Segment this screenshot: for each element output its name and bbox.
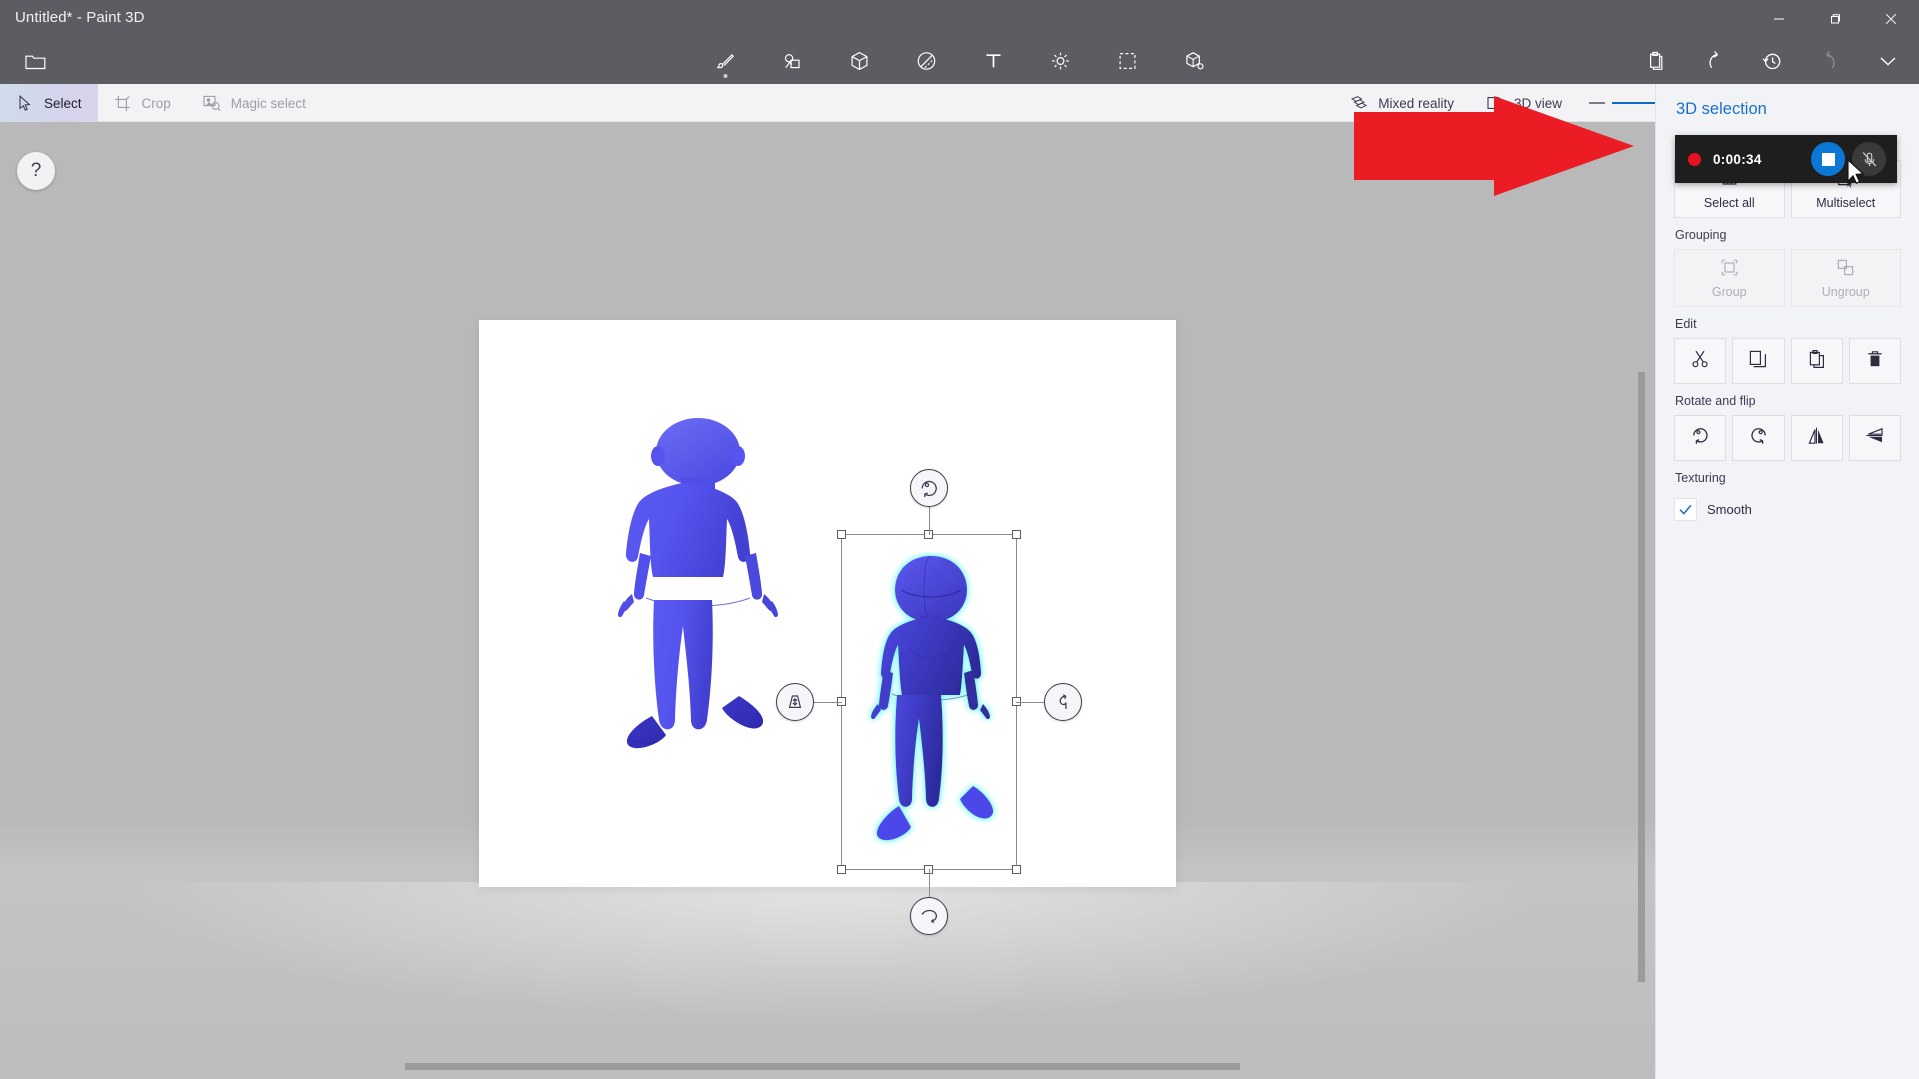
menu-button[interactable]: [18, 47, 52, 75]
redo-icon: [1813, 44, 1847, 78]
magic-select-icon: [203, 95, 221, 111]
help-button[interactable]: ?: [17, 152, 55, 190]
flip-horizontal-icon: [1806, 425, 1827, 451]
smooth-label: Smooth: [1707, 502, 1752, 517]
horizontal-scrollbar-area: [0, 1057, 1655, 1079]
mouse-cursor-icon: [1847, 159, 1867, 186]
text-icon[interactable]: [976, 44, 1010, 78]
resize-handle-bottom-left[interactable]: [837, 865, 846, 874]
minimize-button[interactable]: [1751, 0, 1807, 38]
artboard[interactable]: [479, 320, 1176, 887]
stop-recording-button[interactable]: [1811, 142, 1845, 176]
paste-button[interactable]: [1791, 338, 1843, 384]
male-model[interactable]: [588, 410, 808, 800]
tool-magic-select-label: Magic select: [231, 96, 306, 111]
stickers-icon[interactable]: [775, 44, 809, 78]
flip-vertical-icon: [1864, 425, 1885, 451]
smooth-checkbox[interactable]: [1674, 498, 1697, 521]
paint3d-window: Untitled* - Paint 3D: [0, 0, 1919, 1079]
connector-left: [814, 702, 842, 703]
sub-toolbar-left: Select Crop Magic sele: [0, 84, 322, 122]
resize-handle-top-right[interactable]: [1012, 530, 1021, 539]
connector-top: [929, 507, 930, 535]
vertical-scrollbar[interactable]: [1638, 372, 1645, 982]
ungroup-icon: [1836, 258, 1855, 280]
tool-select[interactable]: Select: [0, 84, 98, 122]
rotate-right-button[interactable]: [1732, 415, 1784, 461]
trash-icon: [1865, 349, 1885, 374]
grouping-button-row: Group Ungroup: [1656, 249, 1919, 307]
rotate-left-icon: [1690, 425, 1711, 451]
canvas-floor-glow: [0, 882, 1655, 1079]
select-all-label: Select all: [1704, 196, 1755, 210]
rotate-vertical-handle[interactable]: [910, 469, 948, 507]
clipboard-icon[interactable]: [1639, 44, 1673, 78]
right-panel: 3D selection 0:00:34 Select: [1655, 84, 1919, 1079]
close-button[interactable]: [1863, 0, 1919, 38]
section-label-texturing: Texturing: [1656, 461, 1919, 492]
recording-time: 0:00:34: [1713, 152, 1762, 167]
section-label-edit: Edit: [1656, 307, 1919, 338]
effects-icon[interactable]: [1043, 44, 1077, 78]
group-button: Group: [1674, 249, 1785, 307]
edit-button-row: [1656, 338, 1919, 384]
2d-shapes-icon[interactable]: [909, 44, 943, 78]
rotate-right-icon: [1748, 425, 1769, 451]
scissors-icon: [1690, 349, 1710, 374]
screen-recorder-widget[interactable]: 0:00:34: [1675, 135, 1897, 183]
title-bar: Untitled* - Paint 3D: [0, 0, 1919, 38]
rotate-z-handle[interactable]: [1044, 683, 1082, 721]
panel-title: 3D selection: [1656, 84, 1919, 129]
right-tool-icons: [1639, 38, 1911, 84]
tool-crop-label: Crop: [142, 96, 171, 111]
copy-button[interactable]: [1732, 338, 1784, 384]
copy-icon: [1748, 349, 1768, 374]
flip-horizontal-button[interactable]: [1791, 415, 1843, 461]
crop-icon: [114, 95, 132, 112]
3d-shapes-icon[interactable]: [842, 44, 876, 78]
resize-handle-bottom-right[interactable]: [1012, 865, 1021, 874]
tool-icons: [708, 38, 1211, 84]
selection-box[interactable]: [841, 534, 1017, 870]
multiselect-label: Multiselect: [1816, 196, 1875, 210]
rotate-flip-button-row: [1656, 415, 1919, 461]
horizontal-scrollbar[interactable]: [405, 1063, 1240, 1070]
move-depth-handle[interactable]: [776, 683, 814, 721]
group-label: Group: [1712, 285, 1747, 299]
3d-library-icon[interactable]: [1177, 44, 1211, 78]
ungroup-button: Ungroup: [1791, 249, 1902, 307]
tool-select-label: Select: [44, 96, 82, 111]
connector-bottom: [929, 869, 930, 897]
delete-button[interactable]: [1849, 338, 1901, 384]
paste-icon: [1807, 349, 1827, 374]
cut-button[interactable]: [1674, 338, 1726, 384]
history-icon[interactable]: [1755, 44, 1789, 78]
window-title: Untitled* - Paint 3D: [15, 9, 145, 26]
expand-icon[interactable]: [1871, 44, 1905, 78]
menu-bar: [0, 38, 1919, 84]
recording-indicator-icon: [1688, 153, 1701, 166]
canvas-icon[interactable]: [1110, 44, 1144, 78]
tool-magic-select[interactable]: Magic select: [187, 84, 322, 122]
annotation-arrow-icon: [1354, 96, 1634, 196]
undo-icon[interactable]: [1697, 44, 1731, 78]
check-icon: [1678, 502, 1693, 517]
group-icon: [1720, 258, 1739, 280]
section-label-grouping: Grouping: [1656, 218, 1919, 249]
flip-vertical-button[interactable]: [1849, 415, 1901, 461]
smooth-checkbox-row[interactable]: Smooth: [1656, 492, 1919, 521]
tool-crop[interactable]: Crop: [98, 84, 187, 122]
art-tools-icon[interactable]: [708, 44, 742, 78]
section-label-rotate-flip: Rotate and flip: [1656, 384, 1919, 415]
ungroup-label: Ungroup: [1822, 285, 1870, 299]
maximize-button[interactable]: [1807, 0, 1863, 38]
canvas-area[interactable]: ?: [0, 122, 1655, 1079]
window-controls: [1751, 0, 1919, 38]
rotate-left-button[interactable]: [1674, 415, 1726, 461]
connector-right: [1016, 702, 1044, 703]
cursor-icon: [16, 95, 34, 111]
rotate-horizontal-handle[interactable]: [910, 897, 948, 935]
resize-handle-top-left[interactable]: [837, 530, 846, 539]
